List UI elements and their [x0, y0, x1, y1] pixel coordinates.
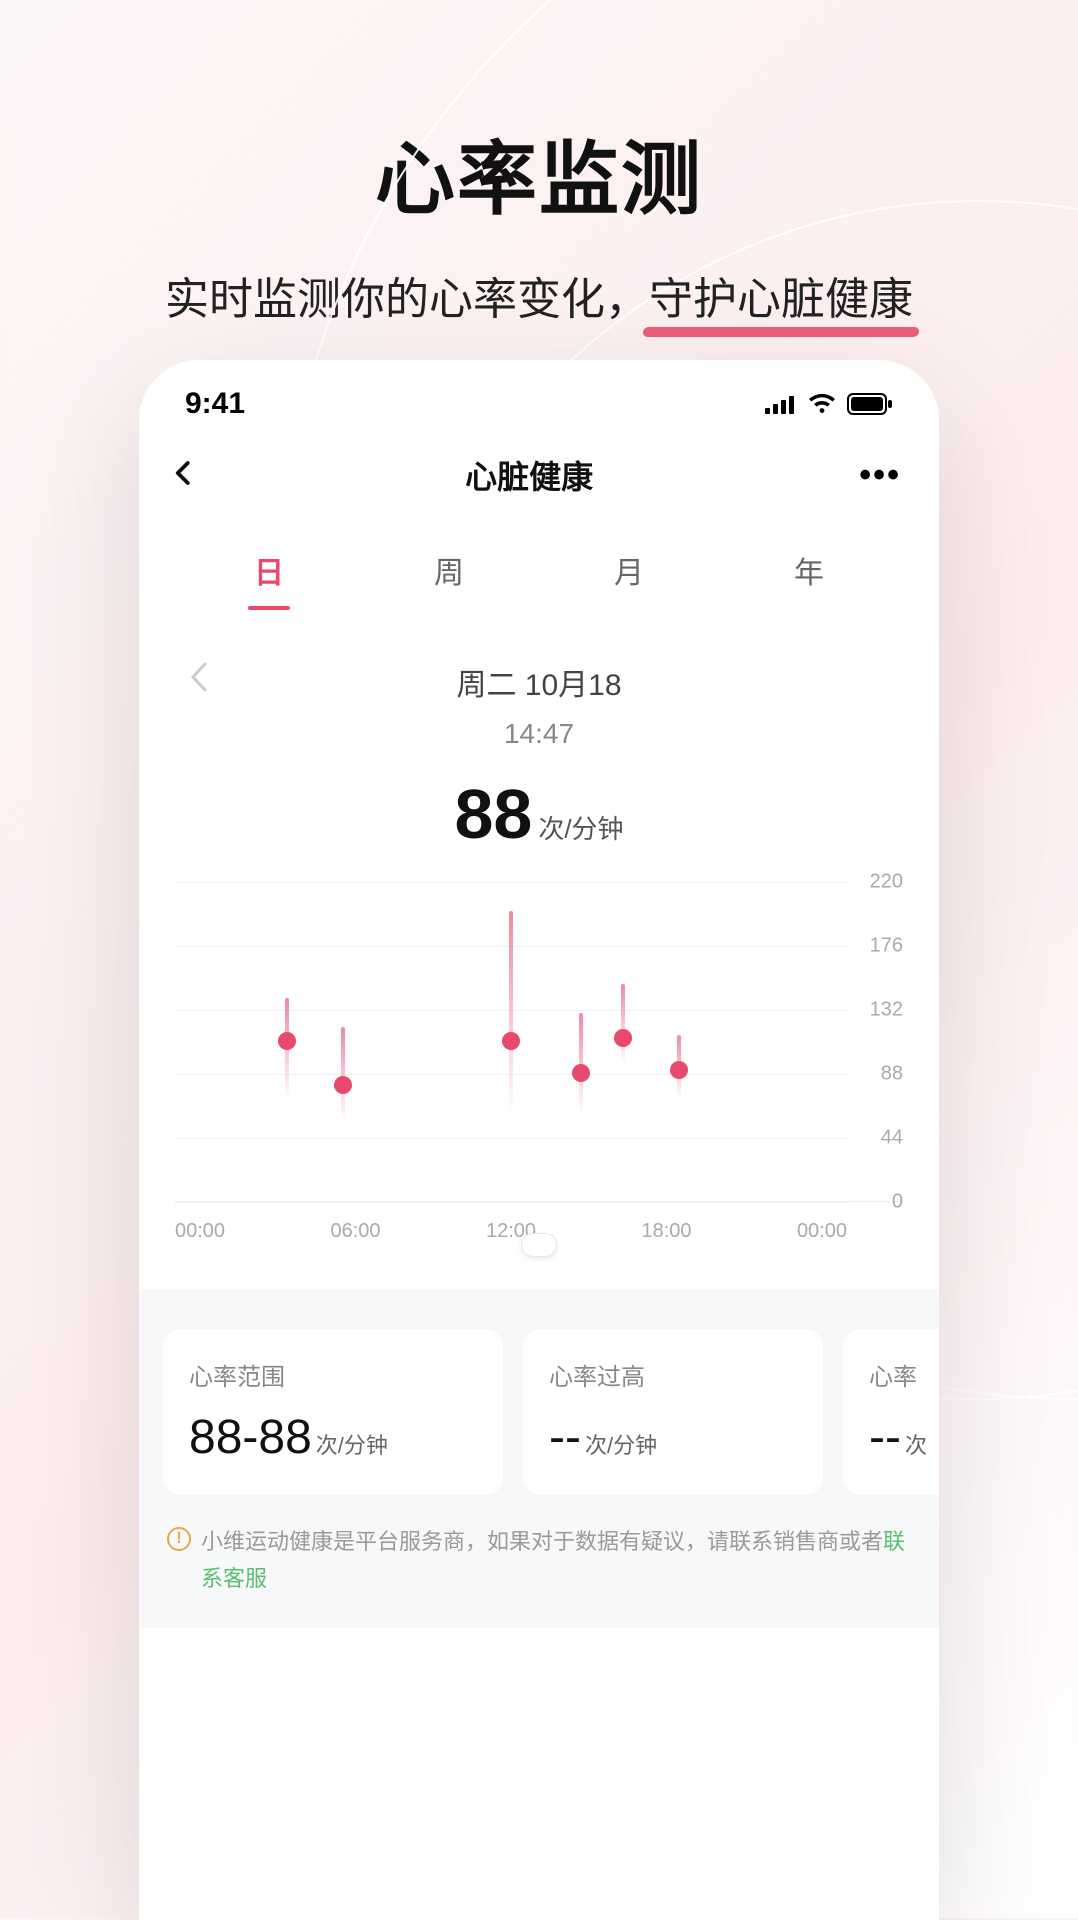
- card-value: 88-88: [189, 1411, 312, 1464]
- summary-cards[interactable]: 心率范围88-88次/分钟心率过高--次/分钟心率--次: [139, 1329, 939, 1495]
- heart-rate-unit: 次/分钟: [538, 814, 623, 844]
- hero-subtitle: 实时监测你的心率变化，守护心脏健康: [0, 269, 1078, 331]
- battery-icon: [847, 393, 893, 415]
- chart-y-label: 88: [853, 1063, 903, 1086]
- heart-rate-reading: 88次/分钟: [139, 774, 939, 854]
- hero-title: 心率监测: [0, 115, 1078, 231]
- nav-bar: 心脏健康 •••: [139, 424, 939, 508]
- chart-point[interactable]: [614, 1029, 632, 1047]
- card-unit: 次: [905, 1433, 927, 1458]
- tab-week[interactable]: 周: [424, 540, 474, 600]
- chart-gridline: [175, 1202, 847, 1203]
- chart-gridline: [175, 1138, 847, 1139]
- chart-range-bar: [621, 984, 625, 1064]
- current-date: 周二 10月18: [456, 660, 621, 704]
- card-label: 心率范围: [189, 1357, 477, 1392]
- heart-rate-chart[interactable]: 04488132176220 00:0006:0012:0018:0000:00: [139, 854, 939, 1243]
- chart-x-label: 18:00: [641, 1220, 691, 1243]
- chart-point[interactable]: [670, 1061, 688, 1079]
- chart-x-label: 06:00: [330, 1220, 380, 1243]
- current-time: 14:47: [456, 718, 621, 750]
- warning-icon: !: [167, 1527, 191, 1551]
- chart-y-label: 220: [853, 871, 903, 894]
- hero-highlight: 守护心脏健康: [649, 269, 913, 331]
- status-bar: 9:41: [139, 360, 939, 424]
- disclaimer-text: 小维运动健康是平台服务商，如果对于数据有疑议，请联系销售商或者: [201, 1529, 883, 1554]
- disclaimer: ! 小维运动健康是平台服务商，如果对于数据有疑议，请联系销售商或者联系客服: [139, 1495, 939, 1598]
- card-unit: 次/分钟: [316, 1433, 388, 1458]
- tab-year[interactable]: 年: [784, 540, 834, 600]
- card-label: 心率过高: [549, 1357, 797, 1392]
- back-button[interactable]: [169, 458, 199, 493]
- tab-day[interactable]: 日: [244, 540, 294, 600]
- phone-mock: 9:41 心脏健康 ••• 日周月年 周二 10月18 14:47 88次/分钟…: [139, 360, 939, 1920]
- chevron-left-icon: [187, 660, 209, 694]
- chart-x-label: 00:00: [797, 1220, 847, 1243]
- date-bar: 周二 10月18 14:47: [139, 600, 939, 750]
- status-time: 9:41: [185, 387, 245, 421]
- chevron-left-icon: [169, 458, 199, 488]
- heart-rate-value: 88: [454, 775, 532, 853]
- card-unit: 次/分钟: [585, 1433, 657, 1458]
- more-button[interactable]: •••: [859, 456, 909, 495]
- chart-point[interactable]: [502, 1032, 520, 1050]
- chart-point[interactable]: [334, 1076, 352, 1094]
- chart-scrubber[interactable]: [521, 1233, 557, 1257]
- card-label: 心率: [869, 1357, 937, 1392]
- chart-y-label: 176: [853, 935, 903, 958]
- chart-point[interactable]: [278, 1032, 296, 1050]
- summary-card[interactable]: 心率过高 --次/分钟: [523, 1329, 823, 1495]
- prev-day-button[interactable]: [187, 660, 209, 700]
- tab-month[interactable]: 月: [604, 540, 654, 600]
- chart-x-label: 00:00: [175, 1220, 225, 1243]
- chart-range-bar: [509, 911, 513, 1115]
- period-tabs: 日周月年: [139, 508, 939, 600]
- page-title: 心脏健康: [465, 452, 593, 498]
- cellular-icon: [765, 394, 797, 414]
- summary-card[interactable]: 心率范围 88-88次/分钟: [163, 1329, 503, 1495]
- chart-y-label: 0: [853, 1191, 903, 1214]
- summary-card[interactable]: 心率 --次: [843, 1329, 939, 1495]
- card-value: --: [549, 1411, 581, 1464]
- summary-section: 心率范围88-88次/分钟心率过高--次/分钟心率--次 ! 小维运动健康是平台…: [139, 1289, 939, 1628]
- hero: 心率监测 实时监测你的心率变化，守护心脏健康: [0, 0, 1078, 331]
- chart-point[interactable]: [572, 1064, 590, 1082]
- status-icons: [765, 393, 893, 415]
- chart-gridline: [175, 882, 847, 883]
- chart-y-label: 44: [853, 1127, 903, 1150]
- card-value: --: [869, 1411, 901, 1464]
- chart-y-label: 132: [853, 999, 903, 1022]
- wifi-icon: [807, 393, 837, 415]
